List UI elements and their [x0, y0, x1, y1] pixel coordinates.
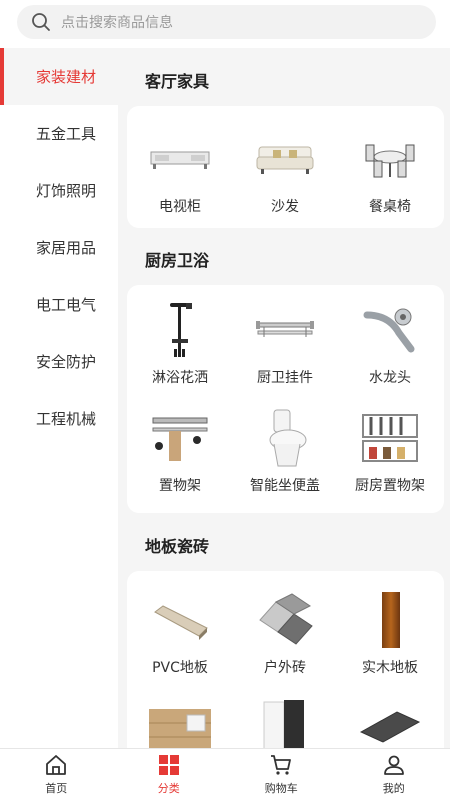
- product-label: 餐桌椅: [369, 199, 411, 215]
- top-bar: 点击搜索商品信息: [0, 0, 450, 48]
- sidebar-item-safety[interactable]: 安全防护: [0, 333, 118, 390]
- product-faucet[interactable]: 水龙头: [337, 299, 443, 387]
- wood-plank-floor-image: [145, 695, 215, 748]
- tab-home-label: 首页: [45, 782, 68, 795]
- shower-image: [145, 299, 215, 361]
- product-pvc-floor[interactable]: PVC地板: [127, 589, 233, 677]
- tv-cabinet-image: [145, 128, 215, 190]
- tab-profile[interactable]: 我的: [338, 749, 450, 800]
- product-label: 水龙头: [369, 370, 411, 386]
- tab-category[interactable]: 分类: [113, 749, 226, 800]
- product-kitchen-shelf[interactable]: 厨房置物架: [337, 407, 443, 495]
- bath-rack-image: [250, 299, 320, 361]
- product-label: 智能坐便盖: [250, 478, 320, 494]
- product-floor-4[interactable]: [127, 695, 233, 748]
- product-outdoor-tile[interactable]: 户外砖: [232, 589, 338, 677]
- dark-tile-image: [355, 695, 425, 748]
- category-sidebar: 家装建材 五金工具 灯饰照明 家居用品 电工电气 安全防护 工程机械: [0, 48, 118, 748]
- panel-image: [250, 695, 320, 748]
- product-wood-floor[interactable]: 实木地板: [337, 589, 443, 677]
- tab-profile-label: 我的: [382, 782, 405, 795]
- tab-cart[interactable]: 购物车: [225, 749, 338, 800]
- product-smart-toilet-seat[interactable]: 智能坐便盖: [232, 407, 338, 495]
- search-bar[interactable]: 点击搜索商品信息: [17, 5, 436, 39]
- smart-toilet-image: [250, 407, 320, 469]
- sidebar-item-electrical[interactable]: 电工电气: [0, 276, 118, 333]
- section-title-flooring: 地板瓷砖: [145, 537, 210, 556]
- storage-shelf-image: [145, 407, 215, 469]
- product-tv-cabinet[interactable]: 电视柜: [127, 128, 233, 216]
- product-floor-5[interactable]: [232, 695, 338, 748]
- product-label: 户外砖: [264, 660, 306, 676]
- product-bath-rack[interactable]: 厨卫挂件: [232, 299, 338, 387]
- product-label: 厨房置物架: [355, 478, 425, 494]
- product-label: PVC地板: [152, 660, 208, 676]
- kitchen-bath-card: 淋浴花洒 厨卫挂件 水龙头 置物架 智能坐便盖 厨房置物架: [127, 285, 444, 513]
- pvc-floor-image: [145, 589, 215, 651]
- sidebar-item-household[interactable]: 家居用品: [0, 219, 118, 276]
- product-shower[interactable]: 淋浴花洒: [127, 299, 233, 387]
- wood-floor-image: [355, 589, 425, 651]
- product-label: 厨卫挂件: [257, 370, 313, 386]
- product-label: 沙发: [271, 199, 299, 215]
- product-dining-set[interactable]: 餐桌椅: [337, 128, 443, 216]
- cart-icon: [271, 755, 292, 775]
- product-label: 电视柜: [159, 199, 201, 215]
- category-content: 客厅家具 电视柜 沙发 餐桌椅 厨房卫浴 淋浴花洒 厨卫挂件 水龙头 置物架 智…: [118, 48, 450, 748]
- tab-cart-label: 购物车: [264, 782, 298, 795]
- product-label: 置物架: [159, 478, 201, 494]
- kitchen-shelf-image: [355, 407, 425, 469]
- outdoor-tile-image: [250, 589, 320, 651]
- dining-set-image: [355, 128, 425, 190]
- flooring-card: PVC地板 户外砖 实木地板: [127, 571, 444, 748]
- category-grid-icon: [158, 755, 179, 775]
- faucet-image: [355, 299, 425, 361]
- product-label: 实木地板: [362, 660, 418, 676]
- user-icon: [383, 755, 404, 775]
- home-icon: [46, 755, 67, 775]
- product-label: 淋浴花洒: [152, 370, 208, 386]
- search-icon: [32, 13, 50, 31]
- sofa-image: [250, 128, 320, 190]
- search-placeholder[interactable]: 点击搜索商品信息: [61, 12, 173, 32]
- living-room-card: 电视柜 沙发 餐桌椅: [127, 106, 444, 228]
- product-sofa[interactable]: 沙发: [232, 128, 338, 216]
- section-title-kitchen-bath: 厨房卫浴: [145, 251, 210, 270]
- sidebar-item-lighting[interactable]: 灯饰照明: [0, 162, 118, 219]
- tab-home[interactable]: 首页: [0, 749, 113, 800]
- product-floor-6[interactable]: [337, 695, 443, 748]
- sidebar-item-hardware-tools[interactable]: 五金工具: [0, 105, 118, 162]
- section-title-living-room: 客厅家具: [145, 72, 210, 91]
- sidebar-item-home-building[interactable]: 家装建材: [0, 48, 118, 105]
- tab-category-label: 分类: [157, 782, 180, 795]
- product-storage-shelf[interactable]: 置物架: [127, 407, 233, 495]
- bottom-tab-bar: 首页 分类 购物车 我的: [0, 748, 450, 800]
- sidebar-item-machinery[interactable]: 工程机械: [0, 390, 118, 447]
